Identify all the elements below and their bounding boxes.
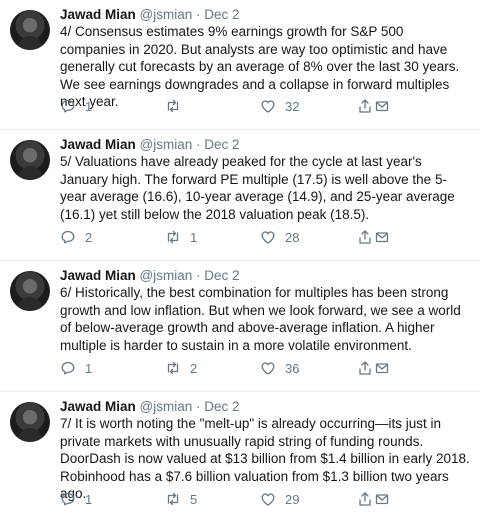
tweet-header: Jawad Mian @jsmian · Dec 2 [60,6,240,24]
retweet-icon [167,99,179,113]
like-button[interactable]: 28 [260,229,299,245]
tweet-actions: 1 2 36 [60,360,470,378]
share-button[interactable] [357,491,390,507]
retweet-count: 1 [190,229,198,245]
retweet-button[interactable]: 1 [165,229,197,245]
author-name[interactable]: Jawad Mian [60,268,136,283]
tweet-actions: 1 32 [60,98,470,116]
reply-count: 1 [85,98,93,114]
retweet-button[interactable] [165,98,190,114]
separator: · [196,137,201,152]
reply-icon [61,99,75,113]
tweet-date[interactable]: Dec 2 [204,399,239,414]
like-button[interactable]: 36 [260,360,299,376]
reply-button[interactable]: 1 [60,98,92,114]
mail-icon [375,232,389,243]
tweet-actions: 1 5 29 [60,491,470,509]
mail-icon [375,101,389,112]
like-icon [261,100,275,113]
tweet-actions: 2 1 28 [60,229,470,247]
reply-button[interactable]: 1 [60,360,92,376]
author-handle[interactable]: @jsmian [140,399,193,414]
retweet-button[interactable]: 2 [165,360,197,376]
separator: · [196,399,201,414]
reply-count: 1 [85,491,93,507]
reply-button[interactable]: 1 [60,491,92,507]
tweet-date[interactable]: Dec 2 [204,137,239,152]
share-icon [359,230,371,244]
reply-icon [61,230,75,244]
tweet-header: Jawad Mian @jsmian · Dec 2 [60,267,240,285]
tweet-header: Jawad Mian @jsmian · Dec 2 [60,136,240,154]
like-count: 32 [285,98,300,114]
separator: · [196,268,201,283]
author-handle[interactable]: @jsmian [140,268,193,283]
tweet[interactable]: Jawad Mian @jsmian · Dec 2 5/ Valuations… [0,130,480,261]
retweet-icon [167,361,179,375]
share-icon [359,99,371,113]
share-button[interactable] [357,98,390,114]
like-count: 28 [285,229,300,245]
avatar[interactable] [10,402,50,442]
reply-icon [61,492,75,506]
like-icon [261,231,275,244]
share-button[interactable] [357,360,390,376]
like-button[interactable]: 29 [260,491,299,507]
tweet[interactable]: Jawad Mian @jsmian · Dec 2 6/ Historical… [0,261,480,392]
tweet-date[interactable]: Dec 2 [204,7,239,22]
author-name[interactable]: Jawad Mian [60,7,136,22]
tweet-date[interactable]: Dec 2 [204,268,239,283]
tweet-header: Jawad Mian @jsmian · Dec 2 [60,398,240,416]
like-button[interactable]: 32 [260,98,299,114]
reply-icon [61,361,75,375]
tweet-text: 7/ It is worth noting the "melt-up" is a… [60,416,470,502]
author-name[interactable]: Jawad Mian [60,399,136,414]
avatar[interactable] [10,271,50,311]
retweet-button[interactable]: 5 [165,491,197,507]
like-count: 36 [285,360,300,376]
retweet-count: 2 [190,360,198,376]
separator: · [196,7,201,22]
reply-count: 1 [85,360,93,376]
reply-count: 2 [85,229,93,245]
share-icon [359,361,371,375]
avatar[interactable] [10,10,50,50]
like-count: 29 [285,491,300,507]
like-icon [261,493,275,506]
tweet[interactable]: Jawad Mian @jsmian · Dec 2 4/ Consensus … [0,0,480,130]
retweet-count: 5 [190,491,198,507]
mail-icon [375,363,389,374]
avatar[interactable] [10,140,50,180]
tweet-text: 5/ Valuations have already peaked for th… [60,154,455,222]
retweet-icon [167,230,179,244]
author-handle[interactable]: @jsmian [140,7,193,22]
like-icon [261,362,275,375]
mail-icon [375,494,389,505]
share-icon [359,492,371,506]
author-name[interactable]: Jawad Mian [60,137,136,152]
reply-button[interactable]: 2 [60,229,92,245]
retweet-icon [167,492,179,506]
tweet[interactable]: Jawad Mian @jsmian · Dec 2 7/ It is wort… [0,392,480,521]
share-button[interactable] [357,229,390,245]
tweet-text: 6/ Historically, the best combination fo… [60,285,461,353]
author-handle[interactable]: @jsmian [140,137,193,152]
